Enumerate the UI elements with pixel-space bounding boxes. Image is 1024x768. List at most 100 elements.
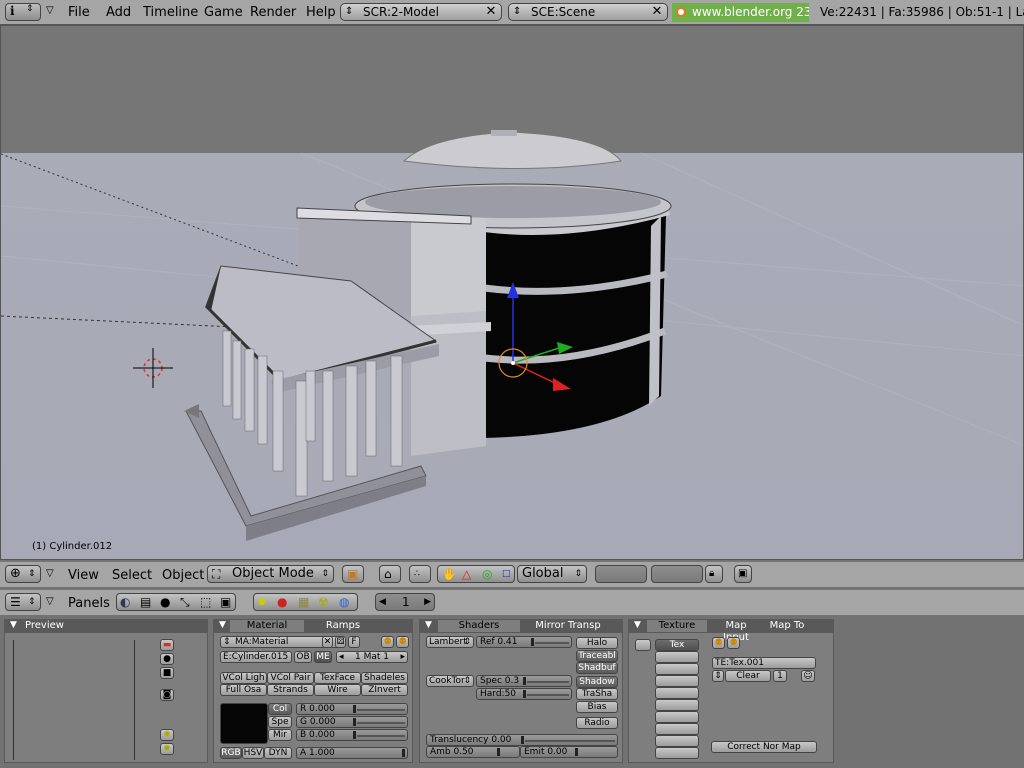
tab-material[interactable]: Material: [230, 620, 304, 632]
panel-header[interactable]: ▼ Texture Map Input Map To: [629, 620, 833, 643]
mode-selector[interactable]: ⛶ Object Mode ⇕: [207, 565, 334, 583]
shadeless-toggle[interactable]: Shadeles: [361, 672, 408, 684]
collapse-menu-icon[interactable]: ▽: [46, 5, 54, 16]
preview-cube-button[interactable]: ■: [160, 667, 174, 679]
shading-subcontext-buttons[interactable]: ✹ ● ▦ ☢ ◍: [253, 593, 358, 611]
menu-object[interactable]: Object: [162, 568, 204, 583]
arrow-left-icon[interactable]: ◀: [379, 594, 386, 610]
translate-icon[interactable]: △: [462, 566, 471, 582]
close-icon[interactable]: ✕: [649, 4, 665, 20]
blue-slider[interactable]: B 0.000: [296, 729, 408, 741]
slider-knob[interactable]: [523, 677, 526, 685]
slider-knob[interactable]: [531, 638, 534, 646]
dyn-toggle[interactable]: DYN: [264, 747, 292, 759]
rotunda-cylinder[interactable]: [470, 207, 671, 438]
scene-name[interactable]: SCE:Scene: [531, 4, 595, 20]
shading-icon[interactable]: ●: [160, 594, 170, 610]
slider-knob[interactable]: [497, 748, 500, 756]
hard-slider[interactable]: Hard:50: [476, 688, 572, 700]
tex-slot-1[interactable]: Tex: [655, 639, 699, 651]
collapse-icon[interactable]: ▼: [10, 620, 17, 630]
rotate-icon[interactable]: ◎: [482, 566, 492, 582]
menu-render[interactable]: Render: [250, 5, 296, 20]
collapse-menu-icon[interactable]: ▽: [46, 568, 54, 579]
updown-icon[interactable]: ⇕: [345, 4, 353, 20]
slider-knob[interactable]: [402, 749, 405, 757]
scene-selector[interactable]: ⇕ SCE:Scene ✕: [508, 3, 668, 21]
lamp-icon[interactable]: ✹: [257, 594, 267, 610]
scene-render[interactable]: [1, 26, 1024, 560]
menu-file[interactable]: File: [68, 5, 90, 20]
tab-texture[interactable]: Texture: [647, 620, 707, 632]
tex-users-button[interactable]: 1: [773, 670, 787, 682]
hard-value[interactable]: Hard:50: [480, 689, 516, 699]
script-icon[interactable]: ▤: [140, 594, 151, 610]
tex-slot[interactable]: [655, 747, 699, 759]
menu-view[interactable]: View: [68, 568, 99, 583]
arrow-right-icon[interactable]: ▸: [400, 652, 405, 662]
editing-icon[interactable]: ⬚: [200, 594, 211, 610]
material-index[interactable]: 1 Mat 1: [355, 652, 389, 662]
tab-map-input[interactable]: Map Input: [711, 620, 761, 643]
specular-shader[interactable]: CookTor: [429, 676, 465, 686]
panel-header[interactable]: ▼ Preview: [5, 620, 207, 633]
shadow-toggle[interactable]: Shadow: [576, 676, 618, 688]
world-icon[interactable]: ◍: [339, 594, 349, 610]
panel-header[interactable]: ▼ Material Ramps: [214, 620, 412, 633]
trasha-toggle[interactable]: TraSha: [576, 688, 618, 700]
fake-user-button[interactable]: F: [348, 636, 360, 648]
diffuse-shader-selector[interactable]: Lambert ⇕: [426, 636, 474, 648]
traceable-toggle[interactable]: Traceabl: [576, 650, 618, 662]
arrow-right-icon[interactable]: ▶: [424, 594, 431, 610]
screen-name[interactable]: SCR:2-Model: [363, 4, 439, 20]
preview-world-button[interactable]: ✹: [160, 743, 174, 755]
full-osa-toggle[interactable]: Full Osa: [220, 684, 267, 696]
preview-light-button[interactable]: ✹: [160, 729, 174, 741]
ref-value[interactable]: Ref 0.41: [480, 637, 517, 647]
emit-slider[interactable]: Emit 0.00: [520, 746, 618, 758]
hsv-toggle[interactable]: HSV: [242, 747, 264, 759]
preview-sphere-button[interactable]: ●: [160, 653, 174, 665]
menu-timeline[interactable]: Timeline: [143, 5, 198, 20]
tab-map-to[interactable]: Map To: [765, 620, 809, 632]
3d-viewport[interactable]: (1) Cylinder.012: [0, 25, 1024, 560]
panels-label[interactable]: Panels: [68, 596, 110, 611]
slider-knob[interactable]: [575, 748, 578, 756]
url-text[interactable]: www.blender.org 239: [692, 5, 809, 19]
layer-buttons-2[interactable]: [651, 565, 703, 583]
orientation-label[interactable]: Global: [522, 566, 563, 582]
manipulator-group[interactable]: ✋ △ ◎ □: [437, 565, 515, 583]
emit-value[interactable]: Emit 0.00: [524, 747, 567, 757]
alpha-value[interactable]: A 1.000: [300, 748, 335, 758]
editor-type-button[interactable]: ☰ ⇕: [5, 593, 41, 611]
tex-slot[interactable]: [655, 663, 699, 675]
tab-shaders[interactable]: Shaders: [438, 620, 520, 632]
menu-game[interactable]: Game: [204, 5, 243, 20]
texface-toggle[interactable]: TexFace: [314, 672, 361, 684]
editor-type-button[interactable]: ⊕ ⇕: [5, 565, 41, 583]
scale-icon[interactable]: □: [502, 566, 511, 582]
amb-value[interactable]: Amb 0.50: [430, 747, 474, 757]
hand-icon[interactable]: ✋: [442, 566, 457, 582]
menu-help[interactable]: Help: [306, 5, 336, 20]
preview-flat-button[interactable]: ▬: [160, 639, 174, 651]
material-nodes-button[interactable]: ⚉: [381, 636, 394, 648]
tex-slot[interactable]: [655, 651, 699, 663]
radio-toggle[interactable]: Radio: [576, 717, 618, 729]
material-unlink-button[interactable]: ✕: [322, 636, 333, 648]
radiosity-icon[interactable]: ☢: [318, 594, 329, 610]
editor-type-button[interactable]: i ⇕: [5, 3, 41, 21]
collapse-menu-icon[interactable]: ▽: [46, 596, 54, 607]
orientation-selector[interactable]: Global ⇕: [517, 565, 587, 583]
updown-icon[interactable]: ⇕: [223, 637, 231, 647]
tex-auto-name-button[interactable]: ☺: [801, 670, 815, 682]
me-toggle[interactable]: ME: [314, 651, 332, 663]
amb-slider[interactable]: Amb 0.50: [426, 746, 520, 758]
halo-toggle[interactable]: Halo: [576, 637, 618, 649]
ref-slider[interactable]: Ref 0.41: [476, 636, 572, 648]
tex-slot[interactable]: [655, 687, 699, 699]
slider-knob[interactable]: [521, 736, 524, 744]
material-user-button[interactable]: ⚄: [335, 636, 346, 648]
texture-icon[interactable]: ▦: [298, 594, 309, 610]
logic-icon[interactable]: ◐: [120, 594, 130, 610]
